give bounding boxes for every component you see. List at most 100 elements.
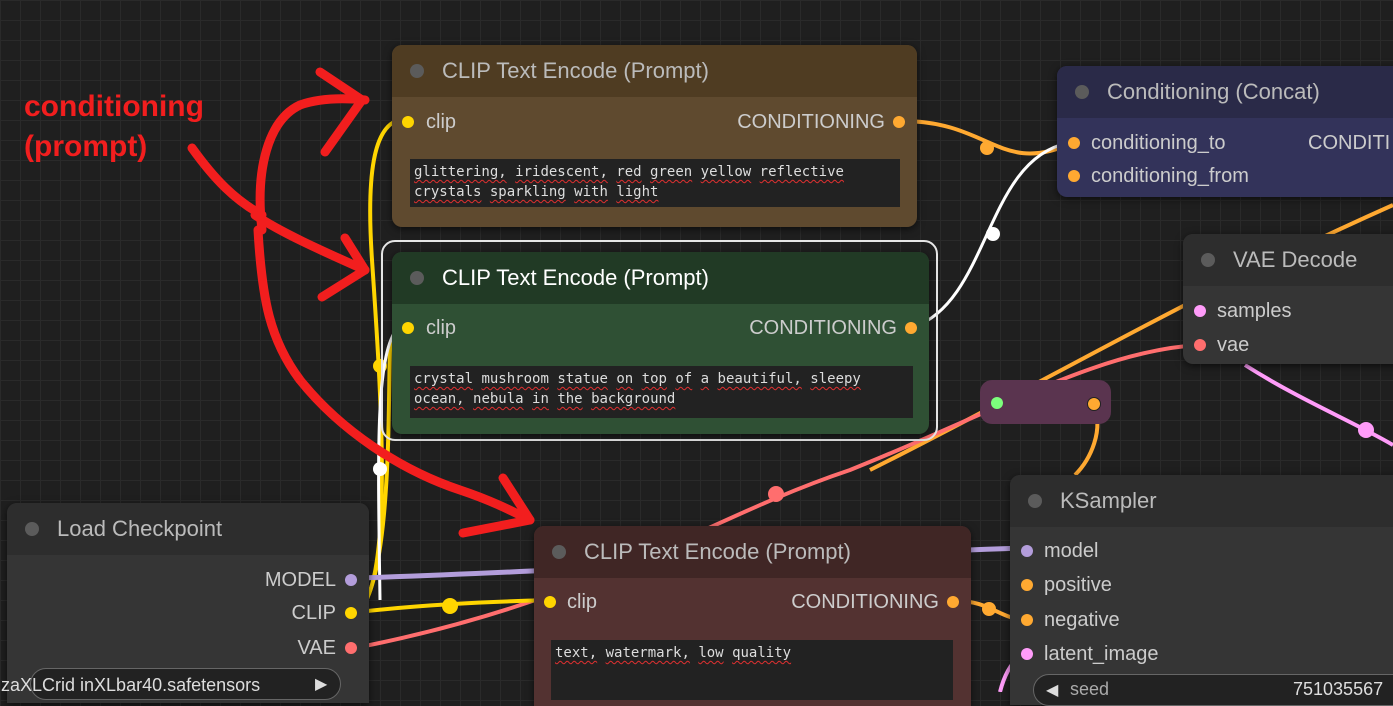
annotation-line-2: (prompt) [24, 130, 148, 163]
prompt-word: in [532, 391, 549, 407]
node-title: Conditioning (Concat) [1107, 79, 1320, 104]
input-clip[interactable]: clip [402, 316, 456, 340]
input-slot-icon[interactable] [544, 596, 556, 608]
input-slot-icon[interactable] [1021, 545, 1033, 557]
decrement-arrow-icon[interactable]: ◀ [1046, 680, 1058, 700]
input-clip[interactable]: clip [402, 110, 456, 134]
prompt-word: light [616, 184, 659, 200]
next-arrow-icon[interactable]: ▶ [315, 674, 327, 694]
node-title: VAE Decode [1233, 247, 1358, 272]
node-title: CLIP Text Encode (Prompt) [442, 58, 709, 83]
node-header[interactable]: Load Checkpoint [7, 503, 369, 555]
collapse-dot-icon[interactable] [1028, 494, 1042, 508]
seed-label: seed [1070, 679, 1110, 699]
input-label: clip [567, 590, 598, 613]
ckpt-name-combo[interactable]: zaXLCrid inXLbar40.safetensors ▶ [1, 668, 341, 700]
input-slot-icon[interactable] [1194, 339, 1206, 351]
input-label: latent_image [1044, 642, 1159, 665]
link-midpoint [980, 141, 994, 155]
annotation-arrowhead-bottom [458, 473, 535, 538]
input-label: vae [1217, 333, 1250, 356]
output-label: CLIP [291, 601, 336, 624]
output-model[interactable]: MODEL [265, 568, 357, 592]
annotation-arrow-top [255, 94, 370, 235]
node-header[interactable]: CLIP Text Encode (Prompt) [392, 252, 929, 304]
input-slot-icon[interactable] [402, 322, 414, 334]
link-midpoint [1358, 422, 1374, 438]
prompt-word: nebula [473, 391, 524, 407]
node-header[interactable]: CLIP Text Encode (Prompt) [534, 526, 971, 578]
output-slot-icon[interactable] [345, 607, 357, 619]
output-slot-icon[interactable] [345, 574, 357, 586]
clip-text-encode-node-top[interactable]: CLIP Text Encode (Prompt) clip CONDITION… [392, 45, 917, 227]
input-vae[interactable]: vae [1194, 333, 1249, 357]
collapse-dot-icon[interactable] [1201, 253, 1215, 267]
collapse-dot-icon[interactable] [25, 522, 39, 536]
node-header[interactable]: Conditioning (Concat) [1057, 66, 1393, 118]
collapse-dot-icon[interactable] [552, 545, 566, 559]
seed-widget[interactable]: ◀ seed 751035567 [1033, 674, 1393, 706]
input-model[interactable]: model [1021, 539, 1098, 563]
output-slot-icon[interactable] [893, 116, 905, 128]
vae-decode-node[interactable]: VAE Decode samples vae [1183, 234, 1393, 364]
input-slot-icon[interactable] [1021, 614, 1033, 626]
prompt-word: yellow [700, 164, 752, 180]
prompt-textarea[interactable]: crystal mushroom statue on top of a beau… [410, 366, 913, 418]
reroute-node[interactable] [980, 380, 1111, 424]
prompt-word: a [700, 371, 710, 387]
output-clip[interactable]: CLIP [292, 601, 357, 625]
node-header[interactable]: KSampler [1010, 475, 1393, 527]
output-conditioning[interactable]: CONDITIONING [791, 590, 959, 614]
prompt-word: with [574, 184, 608, 200]
input-latent-image[interactable]: latent_image [1021, 642, 1159, 666]
collapse-dot-icon[interactable] [410, 271, 424, 285]
prompt-word: iridescent, [515, 164, 608, 180]
input-conditioning-from[interactable]: conditioning_from [1068, 164, 1249, 188]
output-conditioning[interactable]: CONDITI [1308, 131, 1390, 155]
prompt-word: statue [557, 371, 608, 387]
input-slot-icon[interactable] [991, 397, 1003, 409]
input-slot-icon[interactable] [402, 116, 414, 128]
input-negative[interactable]: negative [1021, 608, 1120, 632]
output-label: CONDITIONING [737, 110, 885, 133]
ksampler-node[interactable]: KSampler model positive negative latent_… [1010, 475, 1393, 705]
annotation-arrow-mid [250, 210, 370, 275]
link-samples [1243, 363, 1393, 447]
output-conditioning[interactable]: CONDITIONING [737, 110, 905, 134]
node-title: CLIP Text Encode (Prompt) [442, 265, 709, 290]
annotation-arrowhead-top [315, 67, 367, 157]
collapse-dot-icon[interactable] [410, 64, 424, 78]
input-label: clip [426, 110, 457, 133]
prompt-textarea[interactable]: glittering, iridescent, red green yellow… [410, 159, 900, 207]
link-midpoint [768, 486, 784, 502]
input-conditioning-to[interactable]: conditioning_to [1068, 131, 1226, 155]
annotation-arrowhead-mid [317, 233, 370, 302]
input-slot-icon[interactable] [1021, 579, 1033, 591]
input-label: samples [1217, 299, 1292, 322]
conditioning-concat-node[interactable]: Conditioning (Concat) conditioning_to co… [1057, 66, 1393, 197]
input-slot-icon[interactable] [1068, 137, 1080, 149]
output-slot-icon[interactable] [1087, 397, 1101, 411]
collapse-dot-icon[interactable] [1075, 85, 1089, 99]
input-clip[interactable]: clip [544, 590, 597, 614]
input-samples[interactable]: samples [1194, 299, 1291, 323]
prompt-word: beautiful, [717, 371, 802, 387]
clip-text-encode-node-mid[interactable]: CLIP Text Encode (Prompt) clip CONDITION… [392, 252, 929, 434]
node-header[interactable]: CLIP Text Encode (Prompt) [392, 45, 917, 97]
annotation-line-1: conditioning [24, 90, 204, 123]
input-slot-icon[interactable] [1021, 648, 1033, 660]
clip-text-encode-node-bottom[interactable]: CLIP Text Encode (Prompt) clip CONDITION… [534, 526, 971, 706]
output-vae[interactable]: VAE [297, 636, 357, 660]
node-header[interactable]: VAE Decode [1183, 234, 1393, 286]
input-slot-icon[interactable] [1068, 170, 1080, 182]
link-conditioning-top [901, 119, 1073, 156]
output-conditioning[interactable]: CONDITIONING [749, 316, 917, 340]
output-slot-icon[interactable] [905, 322, 917, 334]
output-slot-icon[interactable] [345, 642, 357, 654]
seed-value: 751035567 [1293, 679, 1384, 699]
output-slot-icon[interactable] [947, 596, 959, 608]
prompt-textarea[interactable]: text, watermark, low quality [551, 640, 953, 700]
input-label: positive [1044, 573, 1112, 596]
input-slot-icon[interactable] [1194, 305, 1206, 317]
input-positive[interactable]: positive [1021, 573, 1112, 597]
